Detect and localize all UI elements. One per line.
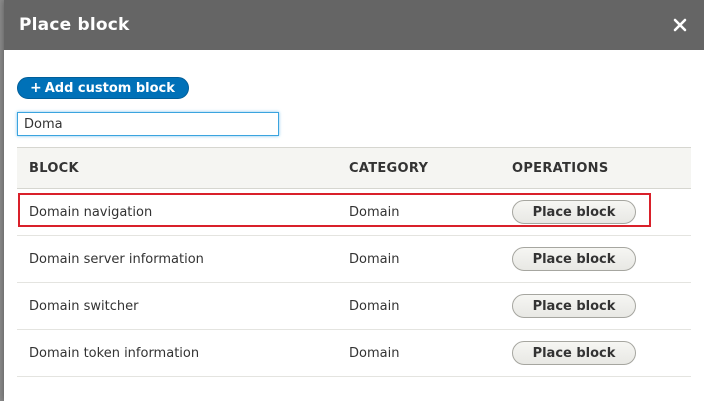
blocks-table: BLOCK CATEGORY OPERATIONS Domain navigat… <box>17 147 691 377</box>
block-category: Domain <box>349 251 400 267</box>
block-category: Domain <box>349 345 400 361</box>
add-custom-block-button[interactable]: + Add custom block <box>17 77 189 99</box>
place-block-button[interactable]: Place block <box>512 341 636 365</box>
dialog-titlebar: Place block <box>4 0 704 50</box>
block-name: Domain token information <box>29 345 200 361</box>
place-block-button[interactable]: Place block <box>512 247 636 271</box>
place-block-button[interactable]: Place block <box>512 294 636 318</box>
table-row: Domain server information Domain Place b… <box>17 236 691 283</box>
operations-cell: Place block <box>500 330 691 377</box>
operations-cell: Place block <box>500 283 691 330</box>
dialog-title: Place block <box>19 15 130 35</box>
block-filter-input[interactable] <box>17 112 279 136</box>
close-icon[interactable] <box>670 15 690 35</box>
table-row: Domain switcher Domain Place block <box>17 283 691 330</box>
header-operations: OPERATIONS <box>512 160 609 176</box>
plus-icon: + <box>30 80 42 96</box>
operations-cell: Place block <box>500 236 691 283</box>
table-row: Domain token information Domain Place bl… <box>17 330 691 377</box>
block-name: Domain navigation <box>29 204 153 220</box>
table-row: Domain navigation Domain Place block <box>17 189 691 236</box>
block-name: Domain switcher <box>29 298 139 314</box>
table-header-row: BLOCK CATEGORY OPERATIONS <box>17 147 691 189</box>
operations-cell: Place block <box>500 189 691 236</box>
header-block: BLOCK <box>29 160 79 176</box>
add-custom-block-label: Add custom block <box>44 80 175 96</box>
place-block-dialog: Place block + Add custom block BLOCK CAT… <box>4 0 704 401</box>
block-name: Domain server information <box>29 251 204 267</box>
header-category: CATEGORY <box>349 160 429 176</box>
block-category: Domain <box>349 204 400 220</box>
place-block-button[interactable]: Place block <box>512 200 636 224</box>
block-category: Domain <box>349 298 400 314</box>
